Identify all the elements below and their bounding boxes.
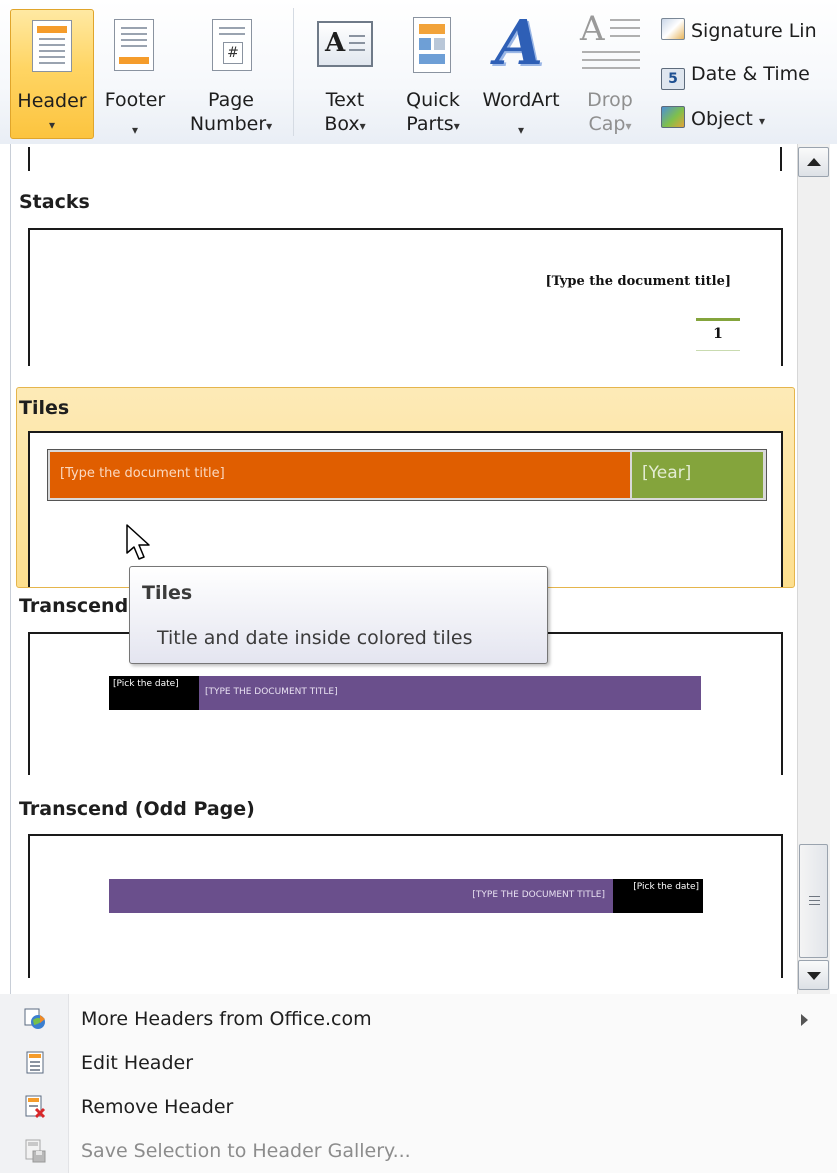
- menu-label-remove-header: Remove Header: [81, 1096, 234, 1118]
- quick-parts-button[interactable]: Quick Parts▾: [390, 9, 476, 139]
- insert-ribbon: Header ▾ Footer ▾ # Page Number▾ A Text …: [0, 0, 837, 144]
- tooltip-title: Tiles: [142, 582, 193, 604]
- wordart-label: WordArt: [482, 89, 560, 111]
- page-number-label-line2: Number▾: [189, 113, 273, 135]
- drop-cap-icon: A: [580, 9, 644, 75]
- menu-label-edit-header: Edit Header: [81, 1052, 194, 1074]
- text-box-label-line1: Text: [325, 89, 365, 111]
- object-icon: [661, 106, 685, 128]
- date-time-button[interactable]: 5 Date & Time: [661, 62, 810, 90]
- footer-button[interactable]: Footer ▾: [97, 9, 173, 139]
- gallery-item-transcend-odd-page[interactable]: [TYPE THE DOCUMENT TITLE] [Pick the date…: [28, 834, 783, 978]
- date-time-label: Date & Time: [691, 63, 810, 85]
- office-globe-icon: [24, 1008, 45, 1029]
- stacks-rule: [696, 318, 740, 321]
- stacks-page-number: 1: [713, 326, 723, 342]
- chevron-down-icon: ▾: [131, 123, 139, 137]
- signature-line-button[interactable]: Signature Lin: [661, 18, 817, 43]
- tiles-year-tile: [Year]: [632, 452, 763, 498]
- signature-line-icon: [661, 18, 685, 40]
- previous-item-edge: [28, 147, 30, 171]
- transcend-odd-date-tile: [Pick the date]: [613, 879, 703, 913]
- drop-cap-label-line2: Cap▾: [588, 113, 632, 135]
- tooltip-description: Title and date inside colored tiles: [157, 627, 473, 649]
- signature-line-label: Signature Lin: [691, 20, 817, 42]
- scroll-up-button[interactable]: [798, 147, 829, 177]
- section-title-transcend: Transcend: [19, 595, 129, 617]
- tiles-title-tile: [Type the document title]: [50, 452, 630, 498]
- stacks-sample-title: [Type the document title]: [545, 274, 731, 289]
- save-selection-icon: [25, 1139, 46, 1163]
- wordart-icon: A: [495, 6, 544, 79]
- menu-label-save-selection: Save Selection to Header Gallery...: [81, 1140, 411, 1162]
- gallery-item-stacks[interactable]: [Type the document title] 1: [28, 228, 783, 366]
- remove-header-icon: [25, 1095, 46, 1119]
- page-number-button[interactable]: # Page Number▾: [181, 9, 281, 139]
- header-button[interactable]: Header ▾: [10, 9, 94, 139]
- section-title-transcend-odd-page: Transcend (Odd Page): [19, 798, 255, 820]
- object-label: Object: [691, 108, 753, 130]
- scroll-thumb[interactable]: [799, 844, 828, 958]
- previous-item-edge: [780, 147, 782, 171]
- footer-button-label: Footer: [104, 89, 166, 111]
- text-box-button[interactable]: A Text Box▾: [305, 9, 385, 139]
- quick-parts-icon: [413, 17, 451, 73]
- footer-icon: [114, 19, 154, 71]
- text-box-label-line2: Box▾: [324, 113, 366, 135]
- quick-parts-label-line2: Parts▾: [406, 113, 460, 135]
- scroll-down-icon: [807, 972, 821, 980]
- chevron-down-icon: ▾: [758, 114, 765, 128]
- quick-parts-label-line1: Quick: [406, 89, 460, 111]
- tiles-bar-frame: [Type the document title] [Year]: [47, 449, 767, 501]
- header-menu: More Headers from Office.com Edit Header…: [0, 994, 837, 1173]
- drop-cap-button[interactable]: A Drop Cap▾: [572, 9, 648, 139]
- menu-item-edit-header[interactable]: Edit Header: [0, 1041, 837, 1085]
- tooltip: Tiles Title and date inside colored tile…: [129, 566, 548, 664]
- menu-item-save-selection[interactable]: Save Selection to Header Gallery...: [0, 1129, 837, 1173]
- scroll-down-button[interactable]: [798, 960, 829, 990]
- gallery-scrollbar[interactable]: [797, 144, 830, 994]
- transcend-date-tile: [Pick the date]: [109, 676, 199, 710]
- submenu-arrow-icon: [801, 1014, 808, 1026]
- drop-cap-label-line1: Drop: [587, 89, 633, 111]
- header-icon: [32, 20, 72, 72]
- page-number-icon: #: [212, 19, 252, 71]
- text-box-icon: A: [317, 21, 373, 67]
- chevron-down-icon: ▾: [517, 123, 525, 137]
- chevron-down-icon: ▾: [48, 118, 56, 132]
- section-title-stacks: Stacks: [19, 191, 90, 213]
- mouse-pointer-icon: [126, 524, 150, 560]
- header-button-label: Header: [17, 90, 87, 112]
- object-button[interactable]: Object ▾: [661, 106, 765, 133]
- edit-header-icon: [26, 1051, 44, 1074]
- date-time-icon: 5: [661, 68, 685, 90]
- ribbon-group-separator: [293, 8, 294, 136]
- wordart-button[interactable]: A WordArt ▾: [475, 6, 567, 139]
- menu-label-more-headers: More Headers from Office.com: [81, 1008, 372, 1030]
- scroll-up-icon: [807, 158, 821, 166]
- page-number-label-line1: Page: [208, 89, 254, 111]
- menu-item-more-headers[interactable]: More Headers from Office.com: [0, 997, 837, 1041]
- section-title-tiles: Tiles: [19, 397, 70, 419]
- stacks-rule-bottom: [696, 350, 740, 351]
- menu-item-remove-header[interactable]: Remove Header: [0, 1085, 837, 1129]
- tiles-preview-page: [Type the document title] [Year]: [28, 431, 783, 587]
- page-number-glyph: #: [223, 42, 243, 64]
- transcend-odd-title-tile: [TYPE THE DOCUMENT TITLE]: [109, 879, 613, 913]
- transcend-title-tile: [TYPE THE DOCUMENT TITLE]: [199, 676, 701, 710]
